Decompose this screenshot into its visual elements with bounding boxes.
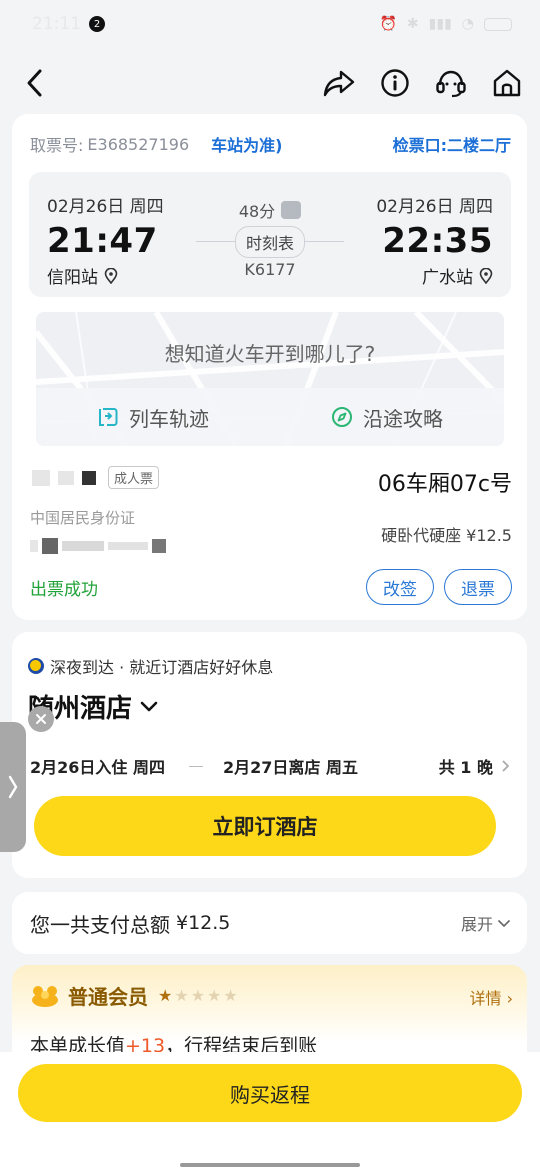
change-ticket-button[interactable]: 改签 <box>366 569 434 605</box>
notification-badge: 2 <box>89 16 105 32</box>
seat-type-price: 硬卧代硬座 ¥12.5 <box>381 526 512 545</box>
member-detail-button[interactable]: 详情 › <box>469 985 513 1009</box>
member-header: 普通会员 ★ ★ ★ ★ ★ <box>30 981 238 1010</box>
status-time: 21:11 <box>32 14 81 34</box>
arrival-station: 广水站 <box>422 268 473 288</box>
train-map[interactable]: 想知道火车开到哪儿了? 列车轨迹 沿途攻略 <box>36 312 504 446</box>
member-title: 普通会员 <box>68 985 148 1009</box>
arrival-block: 02月26日 周四 22:35 广水站 <box>376 192 493 288</box>
hotel-card: 深夜到达 · 就近订酒店好好休息 随州酒店 2月26日入住 周四 2月27日离店… <box>12 632 527 878</box>
chevron-down-icon <box>497 919 511 927</box>
share-icon <box>323 70 355 97</box>
star-empty-icon: ★ <box>190 986 206 1005</box>
bottom-bar: 购买返程 <box>0 1052 540 1170</box>
departure-station: 信阳站 <box>47 268 98 288</box>
payment-amount: ¥12.5 <box>176 912 231 934</box>
departure-station-row[interactable]: 信阳站 <box>47 263 164 288</box>
star-empty-icon: ★ <box>223 986 238 1005</box>
nights-count: 共 1 晚 <box>438 758 493 777</box>
chevron-right-icon <box>8 775 18 799</box>
gate-info: 检票口:二楼二厅 <box>392 136 511 155</box>
checkin-date: 2月26日入住 周四 <box>30 758 165 777</box>
passenger-info: 成人票 06车厢07c号 中国居民身份证 硬卧代硬座 ¥12.5 <box>30 466 512 554</box>
signal-icon: ▮▮▮ <box>428 16 452 32</box>
duration: 48分 <box>238 202 276 221</box>
compass-icon <box>332 407 352 427</box>
back-button[interactable] <box>18 66 52 100</box>
location-pin-icon <box>104 267 118 284</box>
hotel-tip: 深夜到达 · 就近订酒店好好休息 <box>50 658 274 677</box>
train-info[interactable]: 02月26日 周四 21:47 信阳站 48分 时刻表 K6177 02月26日… <box>29 172 511 297</box>
side-drawer-close-button[interactable] <box>28 706 54 732</box>
refund-button[interactable]: 退票 <box>444 569 512 605</box>
alarm-icon: ⏰ <box>379 16 397 32</box>
track-icon <box>99 408 118 426</box>
share-button[interactable] <box>322 66 356 100</box>
train-track-label: 列车轨迹 <box>129 406 209 431</box>
pickup-code: E368527196 <box>87 134 190 154</box>
arrival-station-row[interactable]: 广水站 <box>376 263 493 288</box>
ticket-header: 取票号: E368527196 车站为准) 检票口:二楼二厅 <box>12 114 527 156</box>
location-pin-icon <box>479 267 493 284</box>
customer-service-button[interactable] <box>434 66 468 100</box>
pickup-note: 车站为准) <box>211 136 283 155</box>
member-stars: ★ ★ ★ ★ ★ <box>158 986 238 1005</box>
train-track-button[interactable]: 列车轨迹 <box>36 388 270 446</box>
battery-icon <box>484 17 512 31</box>
buy-return-button[interactable]: 购买返程 <box>18 1064 522 1122</box>
expand-payment-button[interactable]: 展开 <box>461 911 511 935</box>
departure-date: 02月26日 周四 <box>47 197 164 217</box>
payment-label: 您一共支付总额 <box>30 912 170 937</box>
side-drawer-handle[interactable] <box>0 722 26 852</box>
nav-bar <box>0 58 540 108</box>
arrival-date: 02月26日 周四 <box>376 197 493 217</box>
home-button[interactable] <box>490 66 524 100</box>
bluetooth-icon: ✱ <box>406 16 419 32</box>
checkout-date: 2月27日离店 周五 <box>222 758 358 777</box>
wifi-icon: ◔ <box>461 16 474 32</box>
member-detail-label: 详情 <box>469 989 502 1008</box>
payment-card: 您一共支付总额 ¥12.5 展开 <box>12 892 527 954</box>
home-icon <box>493 69 521 97</box>
expand-label: 展开 <box>460 915 493 934</box>
duration-row: 48分 <box>204 198 336 222</box>
status-bar: 21:11 2 ⏰ ✱ ▮▮▮ ◔ 27 <box>0 0 540 48</box>
departure-time: 21:47 <box>47 221 158 261</box>
ticket-status: 出票成功 <box>30 579 98 600</box>
star-empty-icon: ★ <box>207 986 222 1005</box>
schedule-button[interactable]: 时刻表 <box>234 226 305 258</box>
hotel-dates[interactable]: 2月26日入住 周四 2月27日离店 周五 共 1 晚 <box>30 754 510 778</box>
home-indicator[interactable] <box>180 1163 360 1167</box>
passenger-name-redacted <box>32 469 50 486</box>
chevron-down-icon <box>140 701 158 711</box>
close-icon <box>36 714 46 724</box>
pickup-label: 取票号: <box>30 136 84 155</box>
seat-number: 06车厢07c号 <box>377 472 512 497</box>
status-icons: ⏰ ✱ ▮▮▮ ◔ 27 <box>379 16 512 32</box>
ticket-type-badge: 成人票 <box>108 466 160 489</box>
hotel-tip-row: 深夜到达 · 就近订酒店好好休息 <box>28 654 273 678</box>
star-filled-icon: ★ <box>158 986 173 1005</box>
headset-icon <box>436 70 466 98</box>
route-guide-button[interactable]: 沿途攻略 <box>270 388 504 446</box>
info-icon <box>381 69 409 97</box>
person-icon <box>281 201 302 219</box>
arrival-time: 22:35 <box>382 221 493 261</box>
book-hotel-button[interactable]: 立即订酒店 <box>34 796 496 856</box>
chevron-right-icon: › <box>506 989 513 1008</box>
train-number: K6177 <box>244 260 296 279</box>
route-guide-label: 沿途攻略 <box>363 406 443 431</box>
back-arrow-icon <box>27 69 42 97</box>
info-button[interactable] <box>378 66 412 100</box>
map-question: 想知道火车开到哪儿了? <box>164 342 376 366</box>
star-empty-icon: ★ <box>174 986 189 1005</box>
chevron-right-icon <box>502 760 510 772</box>
moon-icon <box>28 658 44 674</box>
ticket-card: 取票号: E368527196 车站为准) 检票口:二楼二厅 02月26日 周四… <box>12 114 527 620</box>
ticket-footer: 出票成功 改签 退票 <box>30 569 512 605</box>
map-actions: 列车轨迹 沿途攻略 <box>36 388 504 446</box>
train-middle: 48分 时刻表 K6177 <box>196 198 344 279</box>
departure-block: 02月26日 周四 21:47 信阳站 <box>47 192 164 288</box>
member-badge-icon <box>32 985 58 1007</box>
